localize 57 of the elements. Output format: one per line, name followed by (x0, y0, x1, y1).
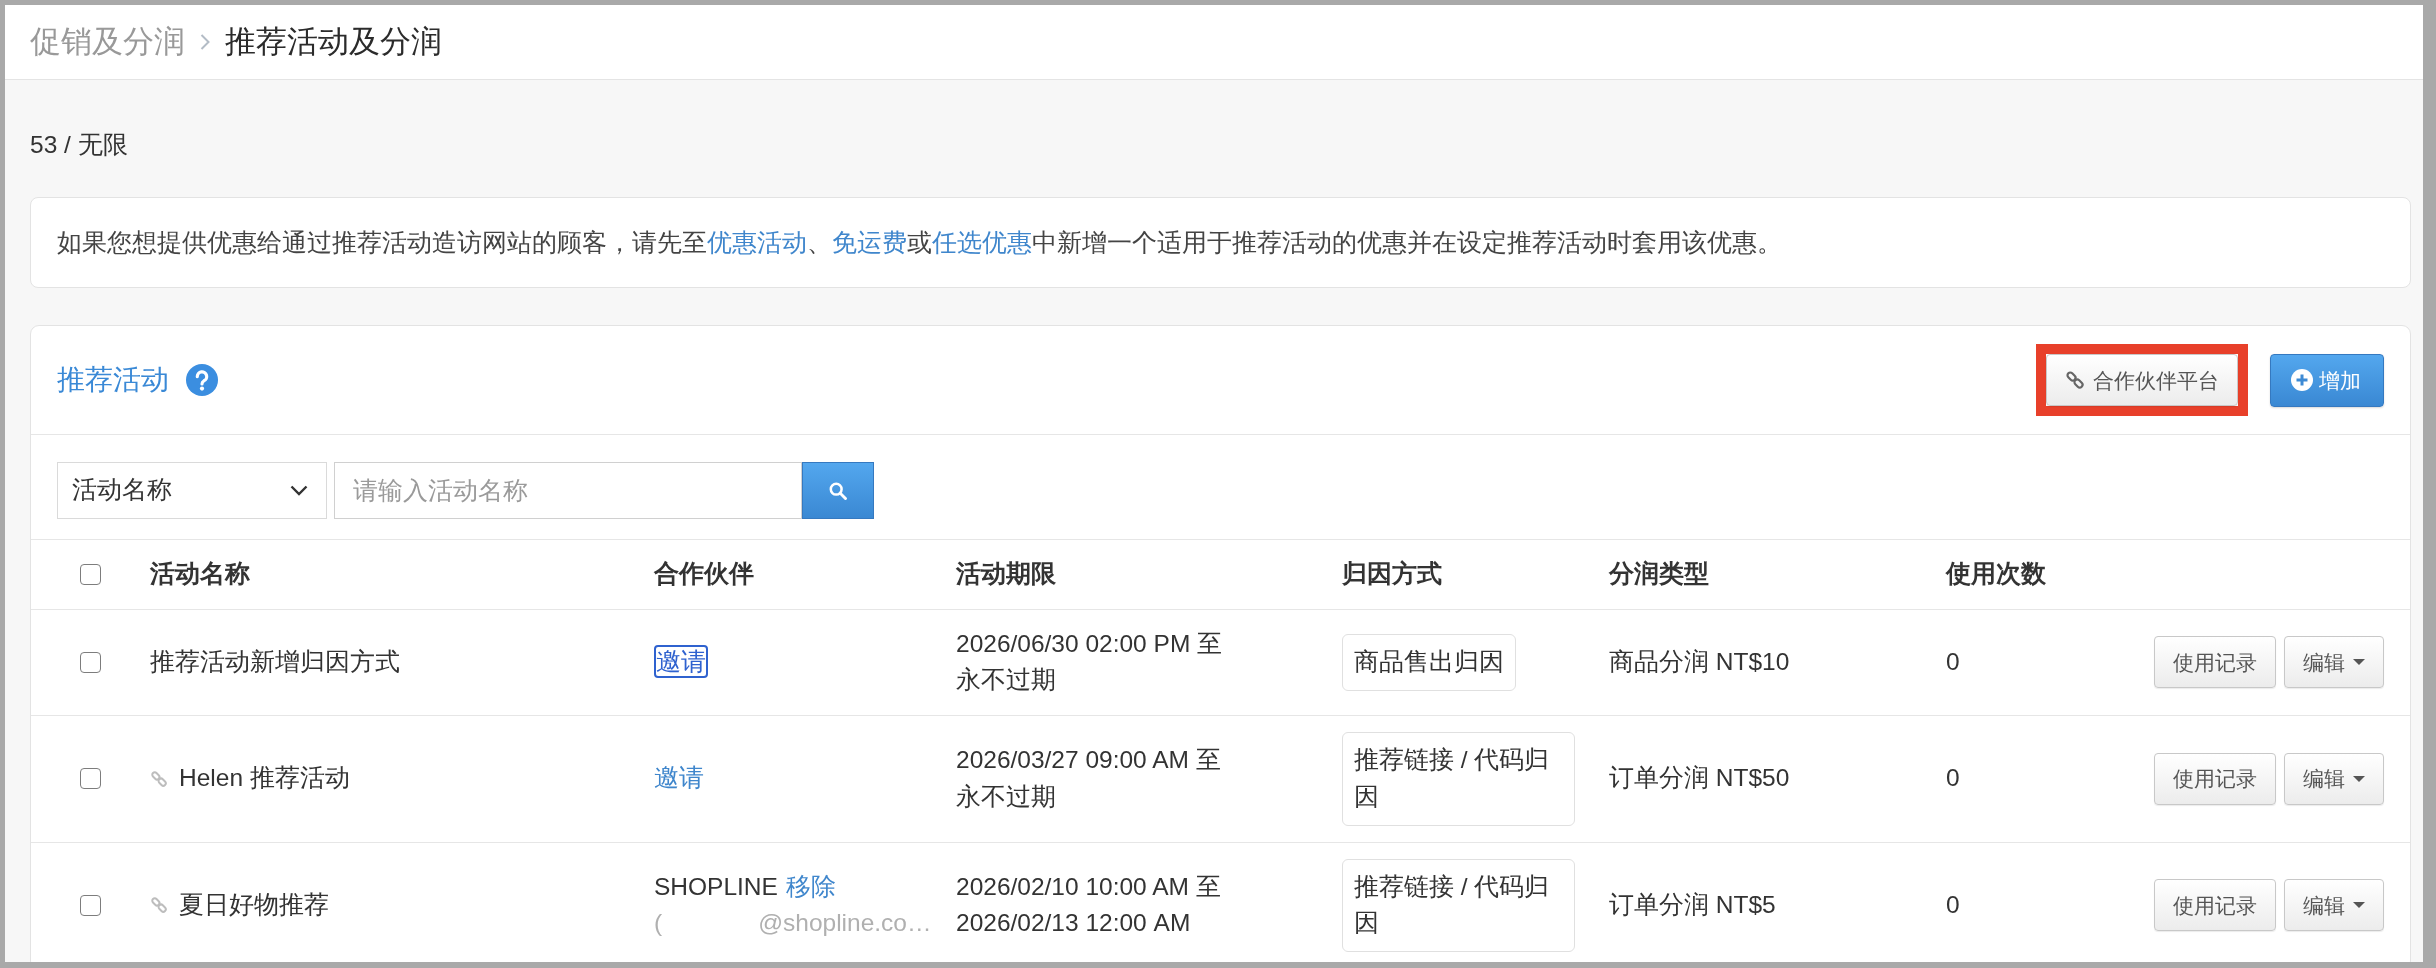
usage-history-button[interactable]: 使用记录 (2154, 879, 2276, 932)
commission-text: 订单分润 NT$5 (1609, 890, 1776, 918)
usage-history-button[interactable]: 使用记录 (2154, 752, 2276, 805)
invite-link[interactable]: 邀请 (654, 644, 708, 679)
attribution-tag: 推荐链接 / 代码归因 (1342, 732, 1575, 826)
caret-icon (2353, 659, 2365, 666)
edit-button[interactable]: 编辑 (2284, 879, 2384, 932)
column-header: 分润类型 (1597, 540, 1934, 609)
campaign-name: Helen 推荐活动 (179, 763, 350, 794)
quota-text: 53 / 无限 (30, 130, 129, 160)
search-field[interactable]: 请输入活动名称 (334, 462, 802, 519)
commission-text: 订单分润 NT$50 (1609, 764, 1790, 792)
chevron-down-icon (290, 485, 308, 496)
edit-button[interactable]: 编辑 (2284, 752, 2384, 805)
date-range-text: 2026/06/30 02:00 PM 至永不过期 (956, 628, 1224, 696)
caret-icon (2353, 902, 2365, 909)
row-checkbox[interactable] (80, 651, 101, 673)
edit-button[interactable]: 编辑 (2284, 636, 2384, 689)
plus-circle-icon (2291, 369, 2313, 391)
column-header: 合作伙伴 (642, 540, 944, 609)
search-button[interactable] (802, 462, 874, 519)
row-checkbox[interactable] (80, 894, 101, 916)
help-icon[interactable] (186, 364, 218, 396)
page-title: 推荐活动及分润 (225, 22, 442, 61)
row-checkbox[interactable] (80, 768, 101, 790)
notice-link[interactable]: 优惠活动 (707, 229, 807, 256)
partner-email: ( (654, 908, 663, 939)
usage-count: 0 (1946, 764, 1960, 792)
notice-link[interactable]: 免运费 (832, 229, 907, 256)
attribution-tag: 推荐链接 / 代码归因 (1342, 858, 1575, 952)
partner-name: SHOPLINE (654, 871, 778, 902)
caret-icon (2353, 775, 2365, 782)
invite-link[interactable]: 邀请 (654, 763, 704, 793)
campaign-name: 推荐活动新增归因方式 (150, 646, 400, 677)
usage-count: 0 (1946, 647, 1960, 675)
campaign-name: 夏日好物推荐 (179, 889, 329, 920)
column-header: 归因方式 (1330, 540, 1597, 609)
notice-link[interactable]: 任选优惠 (932, 229, 1032, 256)
column-header: 使用次数 (1934, 540, 2101, 609)
date-range-text: 2026/03/27 09:00 AM 至永不过期 (956, 745, 1222, 812)
date-range-text: 2026/02/10 10:00 AM 至 2026/02/13 12:00 AM (956, 871, 1222, 939)
commission-text: 商品分润 NT$10 (1609, 647, 1790, 675)
filter-dropdown[interactable]: 活动名称 (57, 462, 327, 519)
notice-text: 如果您想提供优惠给通过推荐活动造访网站的顾客，请先至优惠活动、免运费或任选优惠中新增一个适用于推荐活动的优惠并在设定推荐活动时套用该优惠。 (57, 228, 1783, 258)
attribution-tag: 商品售出归因 (1342, 633, 1516, 691)
usage-count: 0 (1946, 890, 1960, 918)
chain-icon (2065, 370, 2085, 390)
column-header: 活动名称 (138, 540, 642, 609)
usage-history-button[interactable]: 使用记录 (2154, 636, 2276, 689)
partner-platform-button[interactable]: 合作伙伴平台 (2046, 354, 2238, 406)
remove-link[interactable]: 移除 (785, 872, 836, 902)
partner-email: @shopline.co… (758, 908, 932, 939)
search-icon (829, 481, 847, 500)
chevron-icon (200, 34, 210, 50)
select-all-checkbox[interactable] (80, 563, 101, 585)
column-header: 活动期限 (944, 540, 1330, 609)
panel-title: 推荐活动 (57, 363, 169, 397)
